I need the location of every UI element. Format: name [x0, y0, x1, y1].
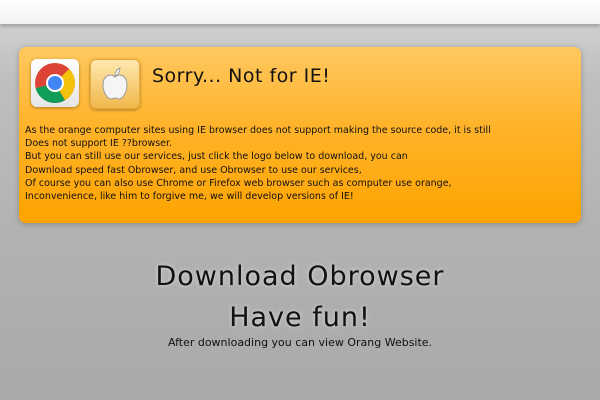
notice-body: As the orange computer sites using IE br… — [25, 124, 581, 203]
notice-line: Download speed fast Obrowser, and use Ob… — [25, 164, 362, 176]
notice-title: Sorry... Not for IE! — [152, 65, 331, 87]
have-fun-headline: Have fun! — [229, 302, 371, 333]
chrome-download-button[interactable] — [31, 59, 79, 107]
download-headline: Download Obrowser — [155, 261, 445, 292]
notice-line: But you can still use our services, just… — [25, 151, 408, 163]
notice-box: Sorry... Not for IE! As the orange compu… — [19, 47, 581, 223]
apple-logo-icon — [102, 67, 128, 100]
notice-line: As the orange computer sites using IE br… — [25, 125, 491, 136]
notice-line: Inconvenience, like him to forgive me, w… — [25, 191, 354, 203]
notice-line: Does not support IE ??browser. — [25, 138, 173, 150]
apple-download-button[interactable] — [90, 59, 140, 109]
chrome-logo-icon — [35, 63, 75, 103]
top-bar — [0, 0, 600, 24]
notice-line: Of course you can also use Chrome or Fir… — [25, 177, 452, 189]
download-note: After downloading you can view Orang Web… — [167, 336, 433, 349]
